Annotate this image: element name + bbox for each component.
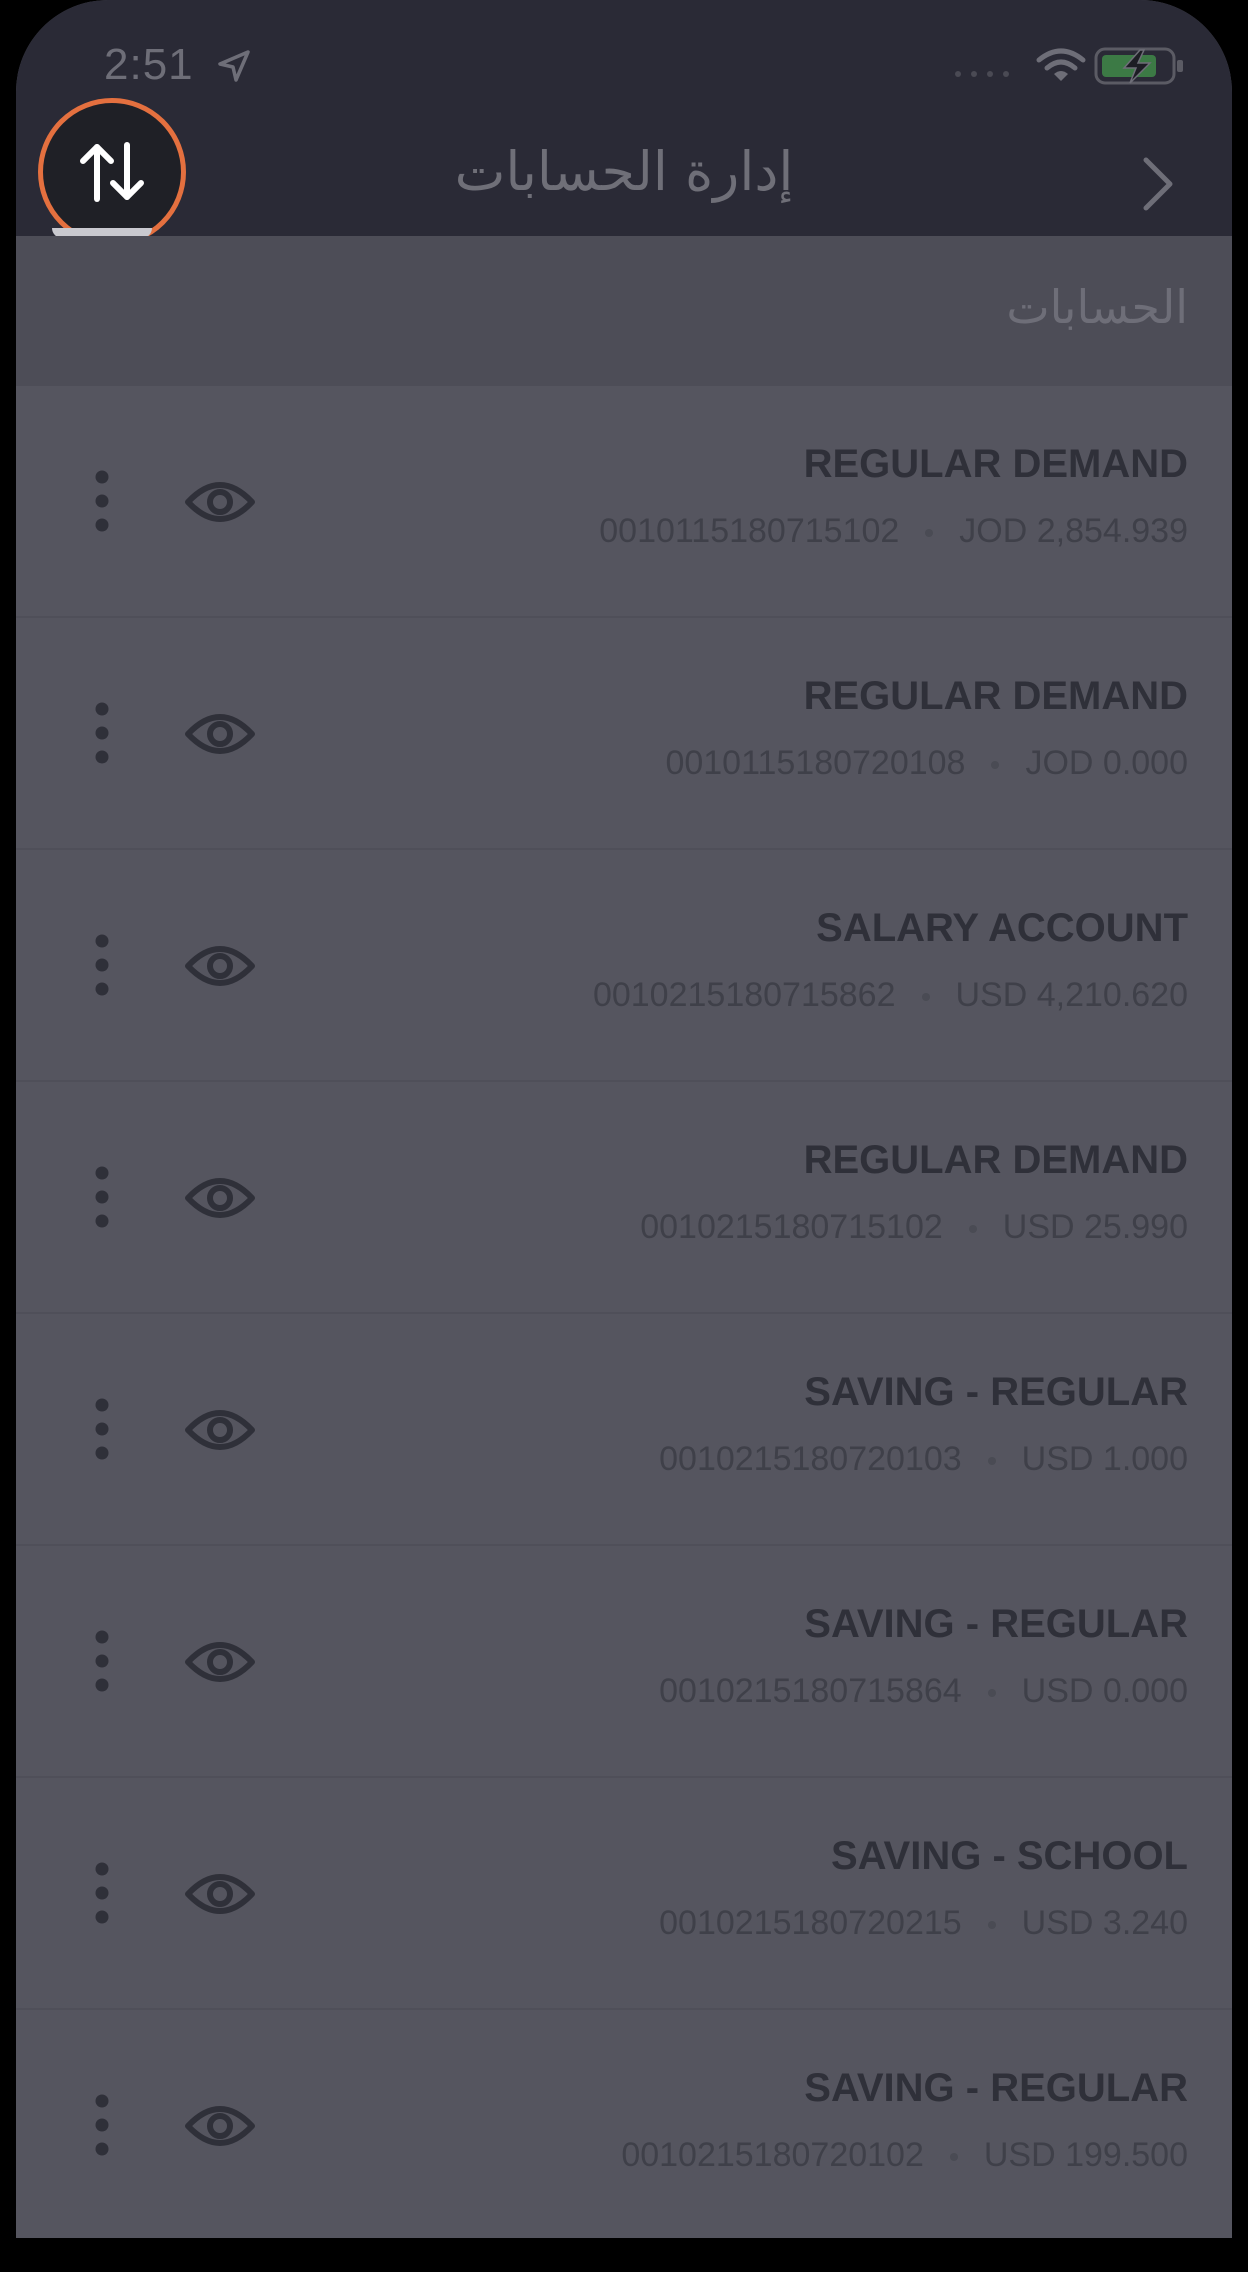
- eye-icon[interactable]: [184, 1634, 256, 1690]
- accounts-list: REGULAR DEMAND 0010115180715102 JOD 2,854…: [16, 386, 1232, 2238]
- account-meta: 0010115180720108 JOD 0.000: [665, 744, 1188, 783]
- more-options-icon[interactable]: [80, 468, 124, 534]
- more-options-icon[interactable]: [80, 932, 124, 998]
- account-number: 0010215180720215: [659, 1904, 962, 1942]
- separator-dot: [991, 761, 1000, 770]
- eye-icon[interactable]: [184, 938, 256, 994]
- account-meta: 0010215180720103 USD 1.000: [659, 1440, 1188, 1479]
- account-balance: USD 3.240: [1021, 1904, 1188, 1942]
- section-header: الحسابات: [16, 236, 1232, 386]
- account-name: SALARY ACCOUNT: [816, 906, 1188, 950]
- eye-icon[interactable]: [184, 1170, 256, 1226]
- separator-dot: [987, 1689, 996, 1698]
- account-row[interactable]: SAVING - SCHOOL 0010215180720215 USD 3.24…: [16, 1778, 1232, 2010]
- account-row[interactable]: REGULAR DEMAND 0010115180715102 JOD 2,854…: [16, 386, 1232, 618]
- separator-dot: [987, 1457, 996, 1466]
- account-meta: 0010215180715864 USD 0.000: [659, 1672, 1188, 1711]
- location-arrow-icon: [218, 50, 250, 82]
- account-meta: 0010215180715102 USD 25.990: [640, 1208, 1188, 1247]
- account-number: 0010215180720102: [621, 2136, 924, 2174]
- phone-screen: 2:51 إدارة الحسابات الحسابات REGULAR DEM…: [16, 0, 1232, 2238]
- battery-charging-icon: [1094, 47, 1183, 85]
- account-meta: 0010115180715102 JOD 2,854.939: [599, 512, 1188, 551]
- eye-icon[interactable]: [184, 1866, 256, 1922]
- account-balance: USD 1.000: [1021, 1440, 1188, 1478]
- account-name: REGULAR DEMAND: [803, 442, 1188, 486]
- account-number: 0010115180720108: [665, 744, 966, 782]
- account-balance: USD 199.500: [983, 2136, 1188, 2174]
- more-options-icon[interactable]: [80, 2092, 124, 2158]
- account-meta: 0010215180720102 USD 199.500: [621, 2136, 1188, 2175]
- account-name: SAVING - REGULAR: [804, 2066, 1188, 2110]
- account-balance: USD 25.990: [1002, 1208, 1188, 1246]
- eye-icon[interactable]: [184, 706, 256, 762]
- signal-dots-icon: [955, 71, 1009, 77]
- eye-icon[interactable]: [184, 2098, 256, 2154]
- account-number: 0010215180720103: [659, 1440, 962, 1478]
- section-title: الحسابات: [1006, 280, 1188, 334]
- account-balance: USD 4,210.620: [955, 976, 1189, 1014]
- eye-icon[interactable]: [184, 474, 256, 530]
- account-meta: 0010215180720215 USD 3.240: [659, 1904, 1188, 1943]
- eye-icon[interactable]: [184, 1402, 256, 1458]
- account-meta: 0010215180715862 USD 4,210.620: [593, 976, 1188, 1015]
- account-row[interactable]: REGULAR DEMAND 0010115180720108 JOD 0.000: [16, 618, 1232, 850]
- account-balance: JOD 2,854.939: [959, 512, 1188, 550]
- more-options-icon[interactable]: [80, 1396, 124, 1462]
- chevron-right-icon[interactable]: [1128, 146, 1188, 222]
- separator-dot: [949, 2153, 958, 2162]
- separator-dot: [925, 529, 934, 538]
- account-number: 0010115180715102: [599, 512, 900, 550]
- separator-dot: [987, 1921, 996, 1930]
- account-row[interactable]: REGULAR DEMAND 0010215180715102 USD 25.99…: [16, 1082, 1232, 1314]
- account-row[interactable]: SAVING - REGULAR 0010215180720103 USD 1.0…: [16, 1314, 1232, 1546]
- account-name: REGULAR DEMAND: [803, 674, 1188, 718]
- more-options-icon[interactable]: [80, 1628, 124, 1694]
- more-options-icon[interactable]: [80, 1164, 124, 1230]
- account-row[interactable]: SAVING - REGULAR 0010215180715864 USD 0.0…: [16, 1546, 1232, 1778]
- account-number: 0010215180715102: [640, 1208, 943, 1246]
- account-number: 0010215180715862: [592, 976, 896, 1014]
- separator-dot: [968, 1225, 977, 1234]
- more-options-icon[interactable]: [80, 1860, 124, 1926]
- more-options-icon[interactable]: [80, 700, 124, 766]
- account-balance: USD 0.000: [1021, 1672, 1188, 1710]
- page-title: إدارة الحسابات: [454, 140, 794, 203]
- account-name: SAVING - REGULAR: [804, 1602, 1188, 1646]
- account-row[interactable]: SAVING - REGULAR 0010215180720102 USD 199…: [16, 2010, 1232, 2238]
- account-balance: JOD 0.000: [1025, 744, 1188, 782]
- account-name: SAVING - REGULAR: [804, 1370, 1188, 1414]
- reorder-accounts-button[interactable]: [38, 98, 186, 246]
- wifi-icon: [1036, 48, 1086, 81]
- account-number: 0010215180715864: [659, 1672, 962, 1710]
- separator-dot: [921, 993, 930, 1002]
- account-name: SAVING - SCHOOL: [830, 1834, 1188, 1878]
- app-header: 2:51 إدارة الحسابات: [16, 0, 1232, 246]
- account-row[interactable]: SALARY ACCOUNT 0010215180715862 USD 4,210…: [16, 850, 1232, 1082]
- status-time: 2:51: [104, 40, 194, 89]
- account-name: REGULAR DEMAND: [803, 1138, 1188, 1182]
- sort-arrows-icon: [80, 142, 144, 202]
